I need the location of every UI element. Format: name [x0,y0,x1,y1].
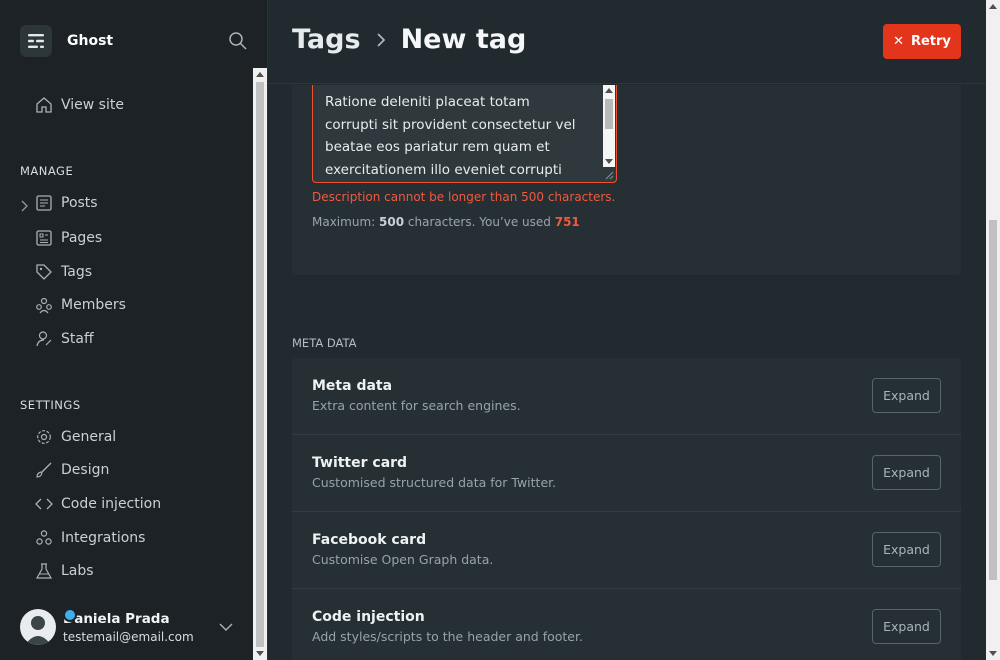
meta-row-description: Customised structured data for Twitter. [312,475,557,490]
expand-button[interactable]: Expand [872,455,941,490]
sidebar-item-general[interactable]: General [35,426,116,448]
expand-button[interactable]: Expand [872,532,941,567]
page-header: Tags New tag ✕ Retry [268,0,986,84]
sidebar-item-view-site[interactable]: View site [35,94,124,116]
sidebar-item-label: Members [61,297,126,313]
breadcrumb: Tags New tag [292,24,526,55]
meta-row-code-injection: Code injection Add styles/scripts to the… [292,589,961,660]
tag-icon [35,263,53,281]
limit-max: 500 [379,215,405,229]
presence-indicator [63,608,77,622]
sidebar-item-label: Labs [61,563,94,579]
meta-row-facebook-card: Facebook card Customise Open Graph data.… [292,512,961,589]
meta-row-description: Extra content for search engines. [312,398,521,413]
meta-row-description: Customise Open Graph data. [312,552,494,567]
textarea-scroll-thumb[interactable] [605,99,613,129]
description-textarea[interactable]: Ratione deleniti placeat totam corrupti … [312,85,617,183]
sidebar-item-label: General [61,429,117,445]
flask-icon [35,562,53,580]
sidebar-item-labs[interactable]: Labs [35,560,94,582]
sidebar-item-code-injection[interactable]: Code injection [35,493,161,515]
home-icon [35,96,53,114]
scroll-down-arrow-icon[interactable] [605,159,613,164]
user-menu[interactable]: Daniela Prada testemail@email.com [20,605,240,649]
limit-used: 751 [554,215,580,229]
sidebar-item-label: Pages [61,230,103,246]
sidebar-item-integrations[interactable]: Integrations [35,527,145,549]
page-title: New tag [400,24,527,55]
brand[interactable]: Ghost [20,25,113,57]
meta-row-description: Add styles/scripts to the header and foo… [312,629,583,644]
sidebar-item-label: Posts [61,195,98,211]
close-icon: ✕ [893,34,904,49]
meta-row-title: Code injection [312,609,425,625]
limit-prefix: Maximum: [312,215,376,229]
retry-button[interactable]: ✕ Retry [883,24,961,59]
code-icon [35,495,53,513]
sidebar-item-label: Integrations [61,530,146,546]
sidebar-item-posts[interactable]: Posts [35,192,98,214]
main-scroll-thumb[interactable] [989,220,997,580]
sidebar-item-label: Staff [61,331,94,347]
settings-section-label: SETTINGS [20,398,81,412]
integrations-icon [35,529,53,547]
ghost-logo-icon [20,25,52,57]
user-name: Daniela Prada [63,610,170,627]
description-card: Ratione deleniti placeat totam corrupti … [292,85,961,275]
search-icon[interactable] [228,31,248,51]
meta-row-meta-data: Meta data Extra content for search engin… [292,358,961,435]
sidebar-item-label: Tags [61,264,92,280]
sidebar: Ghost View site MANAGE Posts Pages Tags [0,0,268,660]
meta-row-title: Twitter card [312,455,408,471]
description-text: Ratione deleniti placeat totam corrupti … [325,94,576,178]
expand-button[interactable]: Expand [872,609,941,644]
posts-icon [35,194,53,212]
staff-icon [35,330,53,348]
chevron-right-icon [376,32,385,47]
manage-section-label: MANAGE [20,164,74,178]
gear-icon [35,428,53,446]
meta-row-title: Meta data [312,378,393,394]
expand-button[interactable]: Expand [872,378,941,413]
limit-middle: characters. You’ve used [407,215,551,229]
meta-section-heading: META DATA [292,336,357,350]
sidebar-item-tags[interactable]: Tags [35,261,92,283]
pages-icon [35,229,53,247]
textarea-scrollbar[interactable] [603,85,615,167]
description-error: Description cannot be longer than 500 ch… [312,190,616,204]
brush-icon [35,461,53,479]
scroll-down-arrow-icon[interactable] [256,651,264,656]
sidebar-scroll-thumb[interactable] [256,82,264,647]
avatar [20,609,56,645]
main-scrollbar[interactable] [986,0,1000,660]
chevron-down-icon[interactable] [218,619,234,635]
retry-label: Retry [910,34,951,49]
meta-row-title: Facebook card [312,532,427,548]
members-icon [35,296,53,314]
character-count: Maximum: 500 characters. You’ve used 751 [312,215,580,229]
sidebar-item-design[interactable]: Design [35,459,109,481]
breadcrumb-tags-link[interactable]: Tags [292,24,361,55]
sidebar-item-pages[interactable]: Pages [35,227,102,249]
sidebar-scrollbar[interactable] [253,68,267,660]
meta-row-twitter-card: Twitter card Customised structured data … [292,435,961,512]
scroll-up-arrow-icon[interactable] [989,4,997,9]
sidebar-item-label: Design [61,462,110,478]
resize-handle-icon[interactable] [605,171,614,180]
scroll-up-arrow-icon[interactable] [605,88,613,93]
meta-list: Meta data Extra content for search engin… [292,358,961,660]
chevron-right-icon[interactable] [19,197,29,212]
user-email: testemail@email.com [63,629,194,644]
sidebar-item-label: View site [61,97,124,113]
scroll-up-arrow-icon[interactable] [256,72,264,77]
brand-name: Ghost [67,33,114,49]
sidebar-item-label: Code injection [61,496,162,512]
sidebar-item-staff[interactable]: Staff [35,328,94,350]
scroll-down-arrow-icon[interactable] [989,651,997,656]
sidebar-item-members[interactable]: Members [35,294,126,316]
